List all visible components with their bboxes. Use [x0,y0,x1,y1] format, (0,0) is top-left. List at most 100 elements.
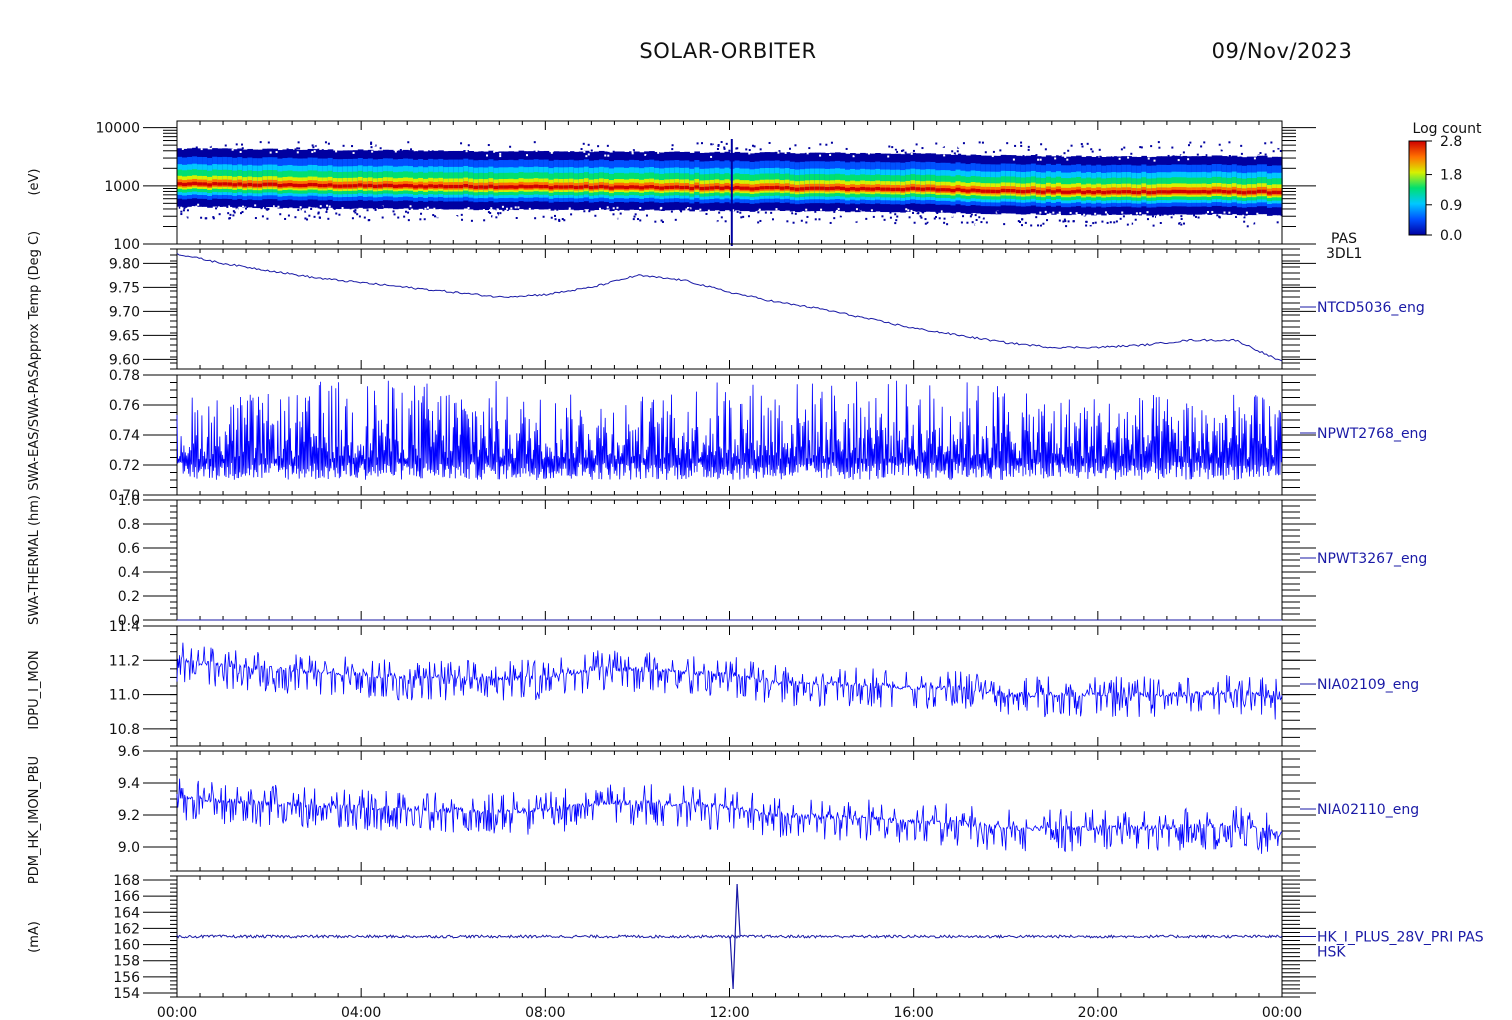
spectrogram-speckle [342,144,345,147]
spectrogram-speckle [718,211,721,214]
spectrogram-speckle [1107,212,1110,215]
instrument-label: PAS [1331,231,1357,247]
spectrogram-speckle [1194,215,1197,218]
spectrogram-cell [433,184,439,189]
spectrogram-cell [1211,189,1218,193]
spectrogram-speckle [845,147,848,150]
spectrogram-speckle [757,211,760,214]
spectrogram-speckle [496,208,499,211]
spectrogram-speckle [710,143,713,146]
spectrogram-speckle [917,211,920,214]
x-tick-label: 00:00 [1262,1005,1302,1020]
spectrogram-speckle [1052,211,1055,214]
spectrogram-speckle [748,142,751,145]
spectrogram-cell [593,185,600,189]
spectrogram-speckle [1118,157,1121,160]
spectrogram-speckle [460,213,463,216]
spectrogram-speckle [1229,146,1232,149]
spectrogram-speckle [1109,221,1112,224]
spectrogram-speckle [392,210,395,213]
spectrogram-cell [262,182,269,186]
solar-orbiter-plot: SOLAR-ORBITER 09/Nov/2023 10000 1000 100 PA… [27,39,1484,1020]
spectrogram-cell [629,185,635,189]
spectrogram-speckle [929,220,932,223]
spectrogram-cell [694,185,700,189]
spectrogram-cell [960,188,967,192]
spectrogram-cell [1231,189,1238,193]
spectrogram-speckle [240,208,243,211]
spectrogram-speckle [228,217,231,220]
spectrogram-speckle [410,148,413,151]
spectrogram-speckle [787,217,790,220]
spectrogram-speckle [987,149,990,152]
spectrogram-speckle [186,211,189,214]
spectrogram-speckle [913,221,916,224]
spectrogram-speckle [594,214,597,217]
spectrogram-speckle [494,213,497,216]
spectrogram-speckle [682,146,685,149]
spectrogram-speckle [1098,216,1101,219]
spectrogram-cell [985,189,992,193]
spectrogram-speckle [1098,223,1101,226]
spectrogram-speckle [1221,221,1224,224]
spectrogram-speckle [1006,142,1009,145]
spectrogram-speckle [941,145,944,148]
spectrogram-speckle [1063,152,1066,155]
spectrogram-speckle [310,210,313,213]
spectrogram-speckle [408,207,411,210]
spectrogram-speckle [1016,145,1019,148]
spectrogram-speckle [1180,154,1183,157]
spectrogram-speckle [1196,153,1199,156]
spectrogram-cell [744,186,751,190]
spectrogram-speckle [331,205,334,208]
spectrogram-speckle [580,148,583,151]
y-axis-label: SWA-EAS/SWA-PAS [27,369,42,490]
panel-1-tick-label: 9.60 [109,352,140,368]
spectrogram-speckle [1136,215,1139,218]
spectrogram-speckle [962,142,965,145]
spectrogram-speckle [366,209,369,212]
spectrogram-speckle [399,148,402,151]
spectrogram-speckle [179,203,182,206]
spectrogram-speckle [239,150,242,153]
spectrogram-speckle [180,141,183,144]
spectrogram-speckle [1049,222,1052,225]
channel-label: HK_I_PLUS_28V_PRI PAS [1317,930,1484,946]
spectrogram-speckle [786,153,789,156]
spectrogram-speckle [493,150,496,153]
spectrogram-speckle [409,205,412,208]
spectrogram-speckle [1159,214,1162,217]
spectrogram-speckle [381,216,384,219]
spectrogram-speckle [924,222,927,225]
spectrogram-speckle [279,213,282,216]
spectrogram-speckle [978,141,981,144]
mission-title: SOLAR-ORBITER [639,39,816,63]
spectrogram-speckle [585,155,588,158]
spectrogram-speckle [1210,224,1213,227]
spectrogram-speckle [974,223,977,226]
spectrogram-cell [829,186,836,190]
spectrogram-speckle [1272,150,1275,153]
spectrogram-speckle [641,208,644,211]
spectrogram-speckle [736,147,739,150]
spectrogram-speckle [1039,158,1042,161]
spectrogram-speckle [720,141,723,144]
spectrogram-speckle [1165,145,1168,148]
spectrogram-cell [865,187,871,191]
spectrogram-speckle [539,141,542,144]
spectrogram-speckle [1009,210,1012,213]
spectrogram-speckle [479,215,482,218]
spectrogram-cell [267,182,274,186]
spectrogram-speckle [677,210,680,213]
spectrogram-speckle [1072,215,1075,218]
panel-3-tick-label: 0.6 [118,541,140,557]
spectrogram-speckle [637,148,640,151]
spectrogram-speckle [1140,146,1143,149]
spectrogram-cell [1005,188,1012,193]
spectrogram-speckle [271,144,274,147]
spectrogram-cell [317,183,324,188]
spectrogram-speckle [935,142,938,145]
spectrogram-speckle [574,219,577,222]
spectrogram-speckle [651,210,654,213]
spectrogram-speckle [1091,150,1094,153]
